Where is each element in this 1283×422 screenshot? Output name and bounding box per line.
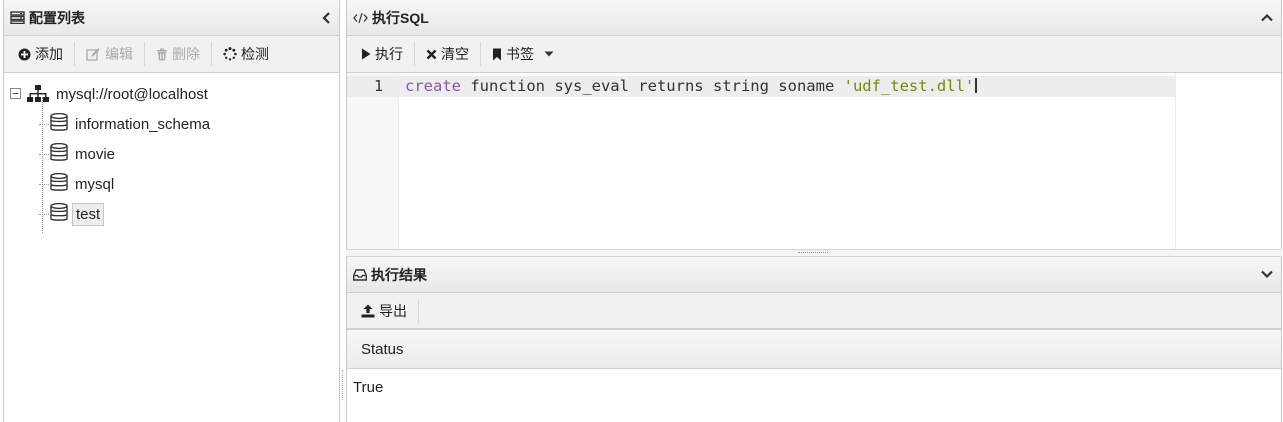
tree-item-information-schema[interactable]: information_schema [4, 109, 339, 139]
export-button[interactable]: 导出 [353, 298, 415, 324]
delete-label: 删除 [172, 46, 200, 62]
bookmark-label: 书签 [506, 46, 534, 62]
column-header-status: Status [361, 340, 404, 358]
config-list-panel: 配置列表 添加 编辑 删除 检测 mysql://root@localhost … [3, 0, 340, 422]
edit-icon [86, 47, 101, 61]
connection-tree: mysql://root@localhost information_schem… [4, 73, 339, 233]
test-label: 检测 [241, 46, 269, 62]
code-line[interactable]: create function sys_eval returns string … [405, 76, 978, 97]
server-list-icon [10, 11, 25, 24]
result-column-header[interactable]: Status [347, 329, 1281, 369]
editor-print-margin [1175, 73, 1176, 249]
result-cell-status: True [353, 378, 384, 396]
splitter-grip[interactable] [798, 252, 828, 253]
line-number: 1 [373, 77, 383, 95]
database-icon [50, 202, 68, 226]
sql-panel: 执行SQL 执行 清空 书签 1 create function sys_eva… [346, 0, 1282, 249]
test-button[interactable]: 检测 [215, 41, 277, 67]
upload-icon [361, 304, 375, 318]
database-icon [50, 172, 68, 196]
sitemap-icon [27, 85, 49, 103]
add-button[interactable]: 添加 [10, 41, 71, 67]
config-list-header: 配置列表 [4, 0, 339, 36]
database-icon [50, 112, 68, 136]
toolbar-divider [74, 42, 75, 66]
edit-button[interactable]: 编辑 [78, 41, 141, 67]
plus-circle-icon [18, 48, 31, 61]
result-toolbar: 导出 [347, 293, 1281, 329]
spinner-icon [223, 47, 237, 61]
clear-label: 清空 [441, 46, 469, 62]
bookmark-button[interactable]: 书签 [484, 41, 562, 67]
panel-resize-handle[interactable] [342, 370, 343, 400]
result-panel-title: 执行结果 [371, 266, 427, 283]
chevron-left-icon[interactable] [321, 11, 331, 24]
code-text: function sys_eval returns string soname [461, 77, 844, 95]
code-keyword: create [405, 77, 461, 95]
config-list-title: 配置列表 [29, 9, 85, 26]
tree-item-test[interactable]: test [4, 199, 339, 229]
text-cursor [975, 78, 978, 93]
trash-icon [156, 48, 168, 61]
database-icon [50, 142, 68, 166]
table-row[interactable]: True [347, 369, 1281, 405]
sql-toolbar: 执行 清空 书签 [347, 36, 1281, 73]
vertical-splitter[interactable] [346, 249, 1282, 257]
tree-branch-line [39, 214, 51, 215]
config-toolbar: 添加 编辑 删除 检测 [4, 36, 339, 73]
result-panel: 执行结果 导出 Status True [346, 257, 1282, 422]
toolbar-divider [211, 42, 212, 66]
tree-branch-line [39, 184, 51, 185]
toolbar-divider [480, 42, 481, 66]
toolbar-divider [144, 42, 145, 66]
add-label: 添加 [35, 46, 63, 62]
export-label: 导出 [379, 302, 407, 319]
clear-button[interactable]: 清空 [418, 41, 477, 67]
code-string: 'udf_test.dll' [843, 77, 975, 95]
tree-root-label: mysql://root@localhost [56, 85, 208, 103]
close-icon [426, 49, 437, 60]
tree-item-label: mysql [75, 175, 115, 193]
run-label: 执行 [375, 46, 403, 62]
bookmark-icon [492, 48, 502, 61]
sql-editor[interactable]: 1 create function sys_eval returns strin… [347, 73, 1281, 249]
edit-label: 编辑 [105, 46, 133, 62]
sql-panel-title: 执行SQL [372, 9, 429, 26]
sql-panel-header: 执行SQL [347, 0, 1281, 36]
tree-branch-line [39, 154, 51, 155]
chevron-up-icon[interactable] [1261, 13, 1273, 22]
run-button[interactable]: 执行 [353, 41, 411, 67]
tree-item-mysql[interactable]: mysql [4, 169, 339, 199]
tree-item-label-selected: test [72, 202, 105, 226]
inbox-icon [353, 268, 367, 281]
toolbar-divider [414, 42, 415, 66]
code-icon [353, 12, 368, 24]
delete-button[interactable]: 删除 [148, 41, 208, 67]
tree-item-label: information_schema [75, 115, 211, 133]
tree-item-movie[interactable]: movie [4, 139, 339, 169]
caret-down-icon[interactable] [544, 51, 554, 57]
tree-item-label: movie [75, 145, 116, 163]
chevron-down-icon[interactable] [1261, 270, 1273, 279]
toolbar-divider [418, 298, 419, 323]
play-icon [361, 48, 371, 60]
tree-branch-line [39, 124, 51, 125]
editor-gutter [347, 73, 399, 249]
collapse-toggle-icon[interactable] [10, 86, 21, 103]
tree-root-node[interactable]: mysql://root@localhost [4, 79, 339, 109]
result-panel-header: 执行结果 [347, 257, 1281, 293]
